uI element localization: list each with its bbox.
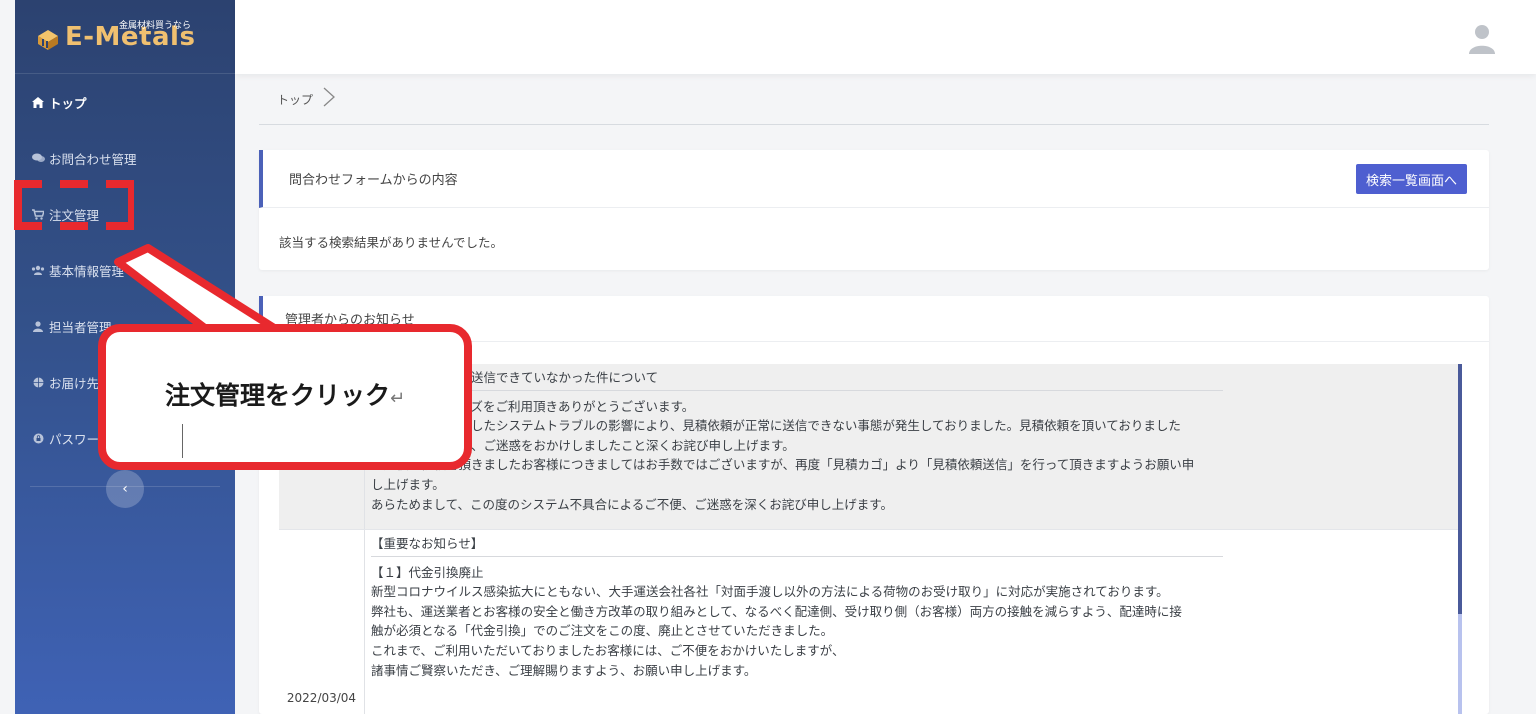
notice-line: お見積り依頼を頂きましたお客様につきましてはお手数ではございますが、再度「見積カ… [371,457,1195,473]
notice-line: この度、発生しましたシステムトラブルの影響により、見積依頼が正常に送信できない事… [371,418,1181,434]
sidebar-item-delivery[interactable]: お届け先管理 [15,354,235,410]
notice-date [279,364,365,529]
sidebar-item-inquiry[interactable]: お問合わせ管理 [15,130,235,186]
sidebar-item-label: 基本情報管理 [49,263,125,279]
sidebar-collapse-button[interactable]: ‹ [106,470,144,508]
globe-icon [30,377,46,388]
notice-line: 【１】代金引換廃止 [371,564,484,580]
home-icon [30,96,46,108]
brand-tagline: 金属材料買うなら [119,21,192,31]
notice-body: 【重要なお知らせ】 【１】代金引換廃止 新型コロナウイルス感染拡大にともない、大… [365,530,1462,714]
metal-bars-icon [38,29,58,50]
sidebar-item-top[interactable]: トップ [15,74,235,130]
users-icon [30,265,46,275]
chevron-left-icon: ‹ [122,481,128,497]
chevron-right-icon [323,87,335,112]
table-row: 2022/03/04 【重要なお知らせ】 【１】代金引換廃止 新型コロナウイルス… [279,530,1462,714]
top-bar [235,0,1536,74]
notice-date: 2022/03/04 [279,530,365,714]
notice-card-title: 管理者からのお知らせ [285,313,415,328]
notice-line: 触が必須となる「代金引換」でのご注文をこの度、廃止とさせていただきました。 [371,623,834,639]
notice-line: 新型コロナウイルス感染拡大にともない、大手運送会社各社「対面手渡し以外の方法によ… [371,584,1169,600]
user-icon [30,320,46,332]
notice-body: 見積依頼が正常に送信できていなかった件について いつもイーメタルズをご利用頂きあ… [365,364,1462,529]
user-avatar-icon[interactable] [1468,24,1496,54]
notice-line: し上げます。 [371,476,445,492]
notice-title: 【重要なお知らせ】 [371,534,1223,557]
search-list-button[interactable]: 検索一覧画面へ [1355,164,1467,194]
sidebar-item-label: 担当者管理 [49,319,112,335]
notice-line: 弊社も、運送業者とお客様の安全と働き方改革の取り組みとして、なるべく配達側、受け… [371,603,1182,619]
sidebar-item-orders[interactable]: 注文管理 [15,186,235,242]
table-row: 見積依頼が正常に送信できていなかった件について いつもイーメタルズをご利用頂きあ… [279,364,1462,530]
inquiry-card-header: 問合わせフォームからの内容 検索一覧画面へ [259,150,1489,208]
notice-line: お客様にはご不便、ご迷惑をおかけしましたこと深くお詫び申し上げます。 [371,437,795,453]
sidebar-item-basic-info[interactable]: 基本情報管理 [15,242,235,298]
notice-scrollbar-thumb[interactable] [1458,364,1462,614]
sidebar-item-label: 注文管理 [49,207,100,223]
sidebar: E-Metals 金属材料買うなら トップ お問合わせ管理 注文管理 基本情報管… [15,0,235,714]
inquiry-card: 問合わせフォームからの内容 検索一覧画面へ 該当する検索結果がありませんでした。 [259,150,1489,270]
inquiry-card-title: 問合わせフォームからの内容 [289,173,458,188]
lock-icon [30,433,46,444]
sidebar-item-label: トップ [49,95,87,111]
notice-scrollbar[interactable] [1458,364,1462,714]
brand-logo[interactable]: E-Metals 金属材料買うなら [15,0,235,74]
notice-line: あらためまして、この度のシステム不具合によるご不便、ご迷惑を深くお詫び申し上げま… [371,496,894,512]
sidebar-item-label: お届け先管理 [49,375,125,391]
sidebar-item-label: パスワード変更 [49,431,137,447]
breadcrumb: トップ [259,74,1489,125]
cart-icon [30,208,46,220]
chat-icon [30,153,46,163]
sidebar-item-label: お問合わせ管理 [49,151,137,167]
sidebar-nav: トップ お問合わせ管理 注文管理 基本情報管理 担当者管理 お届け先管理 パスワ… [15,74,235,466]
notice-line: これまで、ご利用いただいておりましたお客様には、ご不便をおかけいたしますが、 [371,642,845,658]
breadcrumb-item-top[interactable]: トップ [277,91,313,108]
notice-card-header: 管理者からのお知らせ [259,296,1489,342]
sidebar-item-password[interactable]: パスワード変更 [15,410,235,466]
notice-card: 管理者からのお知らせ 見積依頼が正常に送信できていなかった件について いつもイー… [259,296,1489,714]
sidebar-item-staff[interactable]: 担当者管理 [15,298,235,354]
notice-line: 諸事情ご賢察いただき、ご理解賜りますよう、お願い申し上げます。 [371,662,757,678]
notice-title: 見積依頼が正常に送信できていなかった件について [371,368,1223,391]
notice-line: いつもイーメタルズをご利用頂きありがとうございます。 [371,398,695,414]
notice-table[interactable]: 見積依頼が正常に送信できていなかった件について いつもイーメタルズをご利用頂きあ… [279,364,1462,714]
inquiry-empty-message: 該当する検索結果がありませんでした。 [279,235,504,250]
